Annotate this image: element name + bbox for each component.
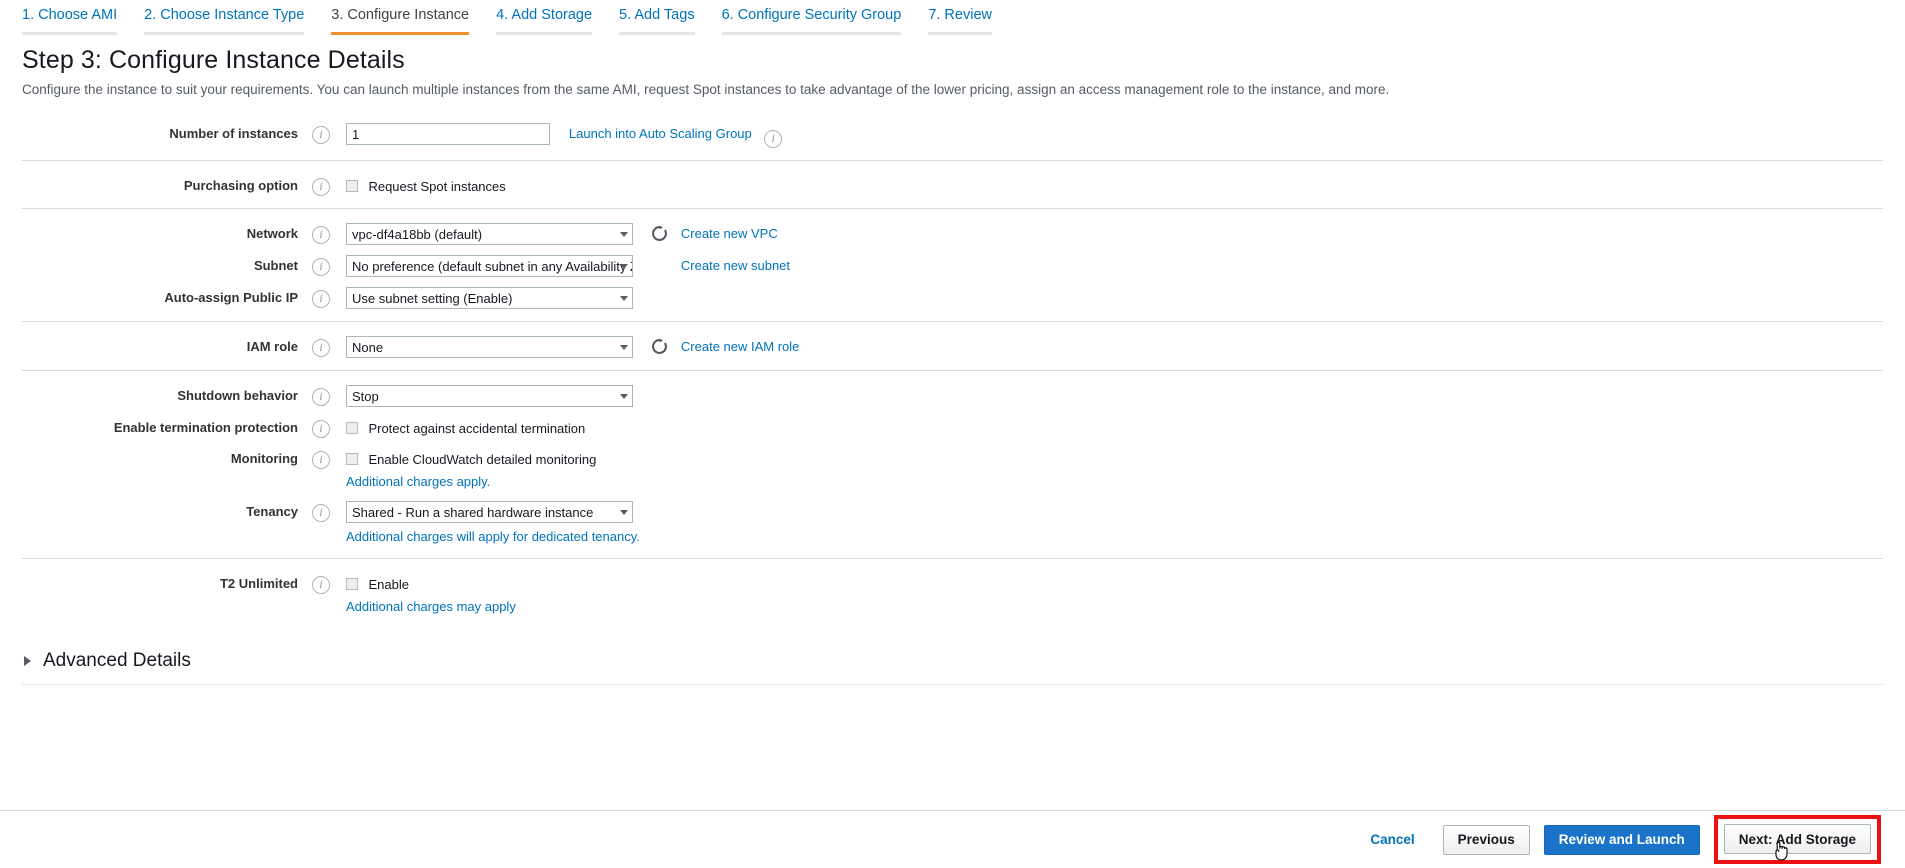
wizard-tab-choose-instance-type[interactable]: 2. Choose Instance Type xyxy=(144,0,305,35)
info-icon[interactable]: i xyxy=(312,258,330,277)
tenancy-charges-note-link[interactable]: Additional charges will apply for dedica… xyxy=(346,529,640,544)
previous-button[interactable]: Previous xyxy=(1442,824,1530,855)
page-header: Step 3: Configure Instance Details Confi… xyxy=(0,34,1905,99)
page-title: Step 3: Configure Instance Details xyxy=(22,46,405,74)
wizard-tab-add-tags[interactable]: 5. Add Tags xyxy=(619,0,695,35)
review-and-launch-button[interactable]: Review and Launch xyxy=(1543,824,1700,855)
info-icon[interactable]: i xyxy=(312,226,330,245)
row-termination-protection: Enable termination protection i Protect … xyxy=(22,411,1883,442)
section-iam-role: IAM role i None Create new IAM role xyxy=(22,321,1883,370)
t2-unlimited-checkbox-label: Enable xyxy=(368,577,409,593)
t2-unlimited-charges-note-link[interactable]: Additional charges may apply xyxy=(346,599,516,614)
section-purchasing-option: Purchasing option i Request Spot instanc… xyxy=(22,160,1883,208)
section-network: Network i vpc-df4a18bb (default) Create … xyxy=(22,208,1883,321)
advanced-details-toggle[interactable]: Advanced Details xyxy=(22,650,1883,686)
info-icon[interactable]: i xyxy=(312,451,330,470)
info-icon[interactable]: i xyxy=(312,178,330,197)
page-description: Configure the instance to suit your requ… xyxy=(22,82,1390,97)
configure-instance-form: Number of instances i Launch into Auto S… xyxy=(0,99,1905,628)
wizard-tab-configure-security-group[interactable]: 6. Configure Security Group xyxy=(721,0,902,35)
row-shutdown-behavior: Shutdown behavior i Stop xyxy=(22,379,1883,411)
cancel-button[interactable]: Cancel xyxy=(1356,825,1428,855)
label-tenancy: Tenancy xyxy=(246,504,298,520)
network-select[interactable]: vpc-df4a18bb (default) xyxy=(346,223,633,246)
info-icon[interactable]: i xyxy=(312,290,330,309)
row-number-of-instances: Number of instances i Launch into Auto S… xyxy=(22,117,1883,152)
label-purchasing-option: Purchasing option xyxy=(183,178,298,194)
next-button-highlight: Next: Add Storage xyxy=(1713,815,1881,864)
info-icon[interactable]: i xyxy=(312,126,330,145)
label-termination-protection: Enable termination protection xyxy=(113,420,298,436)
request-spot-instances-label: Request Spot instances xyxy=(368,179,506,195)
next-add-storage-button[interactable]: Next: Add Storage xyxy=(1723,824,1871,854)
label-subnet: Subnet xyxy=(253,258,298,274)
monitoring-charges-note-link[interactable]: Additional charges apply. xyxy=(346,474,490,489)
info-icon[interactable]: i xyxy=(312,339,330,358)
refresh-icon[interactable] xyxy=(651,338,668,355)
monitoring-checkbox[interactable] xyxy=(346,453,358,466)
row-purchasing-option: Purchasing option i Request Spot instanc… xyxy=(22,169,1883,200)
refresh-icon[interactable] xyxy=(651,225,668,242)
create-new-subnet-link[interactable]: Create new subnet xyxy=(681,259,790,274)
wizard-tab-review[interactable]: 7. Review xyxy=(928,0,992,35)
shutdown-behavior-select[interactable]: Stop xyxy=(346,385,633,408)
row-tenancy: Tenancy i Shared - Run a shared hardware… xyxy=(22,495,1883,550)
wizard-tab-configure-instance[interactable]: 3. Configure Instance xyxy=(331,0,470,35)
termination-protection-checkbox-label: Protect against accidental termination xyxy=(368,421,586,437)
info-icon[interactable]: i xyxy=(312,420,330,439)
row-network: Network i vpc-df4a18bb (default) Create … xyxy=(22,217,1883,249)
section-instance-behavior: Shutdown behavior i Stop Enable terminat… xyxy=(22,370,1883,558)
label-monitoring: Monitoring xyxy=(230,451,298,467)
iam-role-select[interactable]: None xyxy=(346,336,633,359)
label-shutdown-behavior: Shutdown behavior xyxy=(177,388,298,404)
create-new-iam-role-link[interactable]: Create new IAM role xyxy=(681,340,800,355)
advanced-details-title: Advanced Details xyxy=(43,650,191,672)
subnet-select[interactable]: No preference (default subnet in any Ava… xyxy=(346,255,633,278)
label-iam-role: IAM role xyxy=(246,339,298,355)
monitoring-checkbox-label: Enable CloudWatch detailed monitoring xyxy=(368,452,597,468)
row-auto-assign-public-ip: Auto-assign Public IP i Use subnet setti… xyxy=(22,281,1883,313)
info-icon[interactable]: i xyxy=(312,504,330,523)
info-icon[interactable]: i xyxy=(312,576,330,595)
chevron-right-icon xyxy=(24,656,31,667)
row-t2-unlimited: T2 Unlimited i Enable Additional charges… xyxy=(22,567,1883,620)
termination-protection-checkbox[interactable] xyxy=(346,422,358,435)
row-subnet: Subnet i No preference (default subnet i… xyxy=(22,249,1883,281)
label-network: Network xyxy=(246,226,298,242)
row-monitoring: Monitoring i Enable CloudWatch detailed … xyxy=(22,442,1883,495)
section-t2-unlimited: T2 Unlimited i Enable Additional charges… xyxy=(22,558,1883,628)
launch-into-auto-scaling-group-link[interactable]: Launch into Auto Scaling Group xyxy=(569,126,752,141)
label-number-of-instances: Number of instances xyxy=(169,126,298,142)
row-iam-role: IAM role i None Create new IAM role xyxy=(22,330,1883,362)
tenancy-select[interactable]: Shared - Run a shared hardware instance xyxy=(346,501,633,524)
t2-unlimited-checkbox[interactable] xyxy=(346,578,358,591)
wizard-footer: Cancel Previous Review and Launch Next: … xyxy=(0,810,1905,868)
number-of-instances-input[interactable] xyxy=(346,123,550,146)
label-t2-unlimited: T2 Unlimited xyxy=(219,576,298,592)
wizard-tab-strip: 1. Choose AMI 2. Choose Instance Type 3.… xyxy=(0,0,1905,35)
wizard-tab-choose-ami[interactable]: 1. Choose AMI xyxy=(22,0,118,35)
request-spot-instances-checkbox[interactable] xyxy=(346,180,358,193)
auto-assign-public-ip-select[interactable]: Use subnet setting (Enable) xyxy=(346,287,633,310)
create-new-vpc-link[interactable]: Create new VPC xyxy=(681,227,778,242)
info-icon[interactable]: i xyxy=(764,130,783,149)
info-icon[interactable]: i xyxy=(312,388,330,407)
label-auto-assign-public-ip: Auto-assign Public IP xyxy=(164,290,298,306)
wizard-tab-add-storage[interactable]: 4. Add Storage xyxy=(496,0,593,35)
section-instances: Number of instances i Launch into Auto S… xyxy=(22,109,1883,160)
